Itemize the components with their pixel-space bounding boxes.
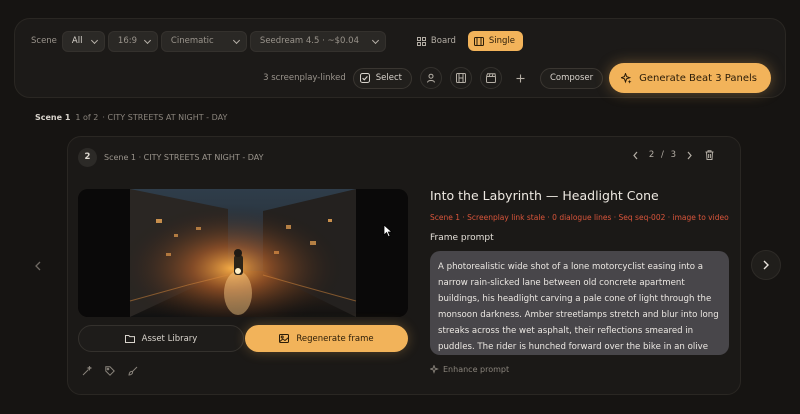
film-button[interactable] xyxy=(449,67,472,89)
beat-card-header: 2 Scene 1 · CITY STREETS AT NIGHT - DAY … xyxy=(78,147,728,167)
generate-panels-button[interactable]: Generate Beat 3 Panels xyxy=(609,63,771,93)
chevron-left-icon xyxy=(633,151,638,159)
image-icon xyxy=(279,334,290,343)
chevron-down-icon xyxy=(372,38,379,45)
view-toggle: Board Single xyxy=(411,31,527,51)
enhance-prompt-button[interactable]: Enhance prompt xyxy=(430,365,509,374)
chevron-right-icon xyxy=(763,260,769,270)
frame-prompt-label: Frame prompt xyxy=(430,233,494,243)
aspect-ratio-select[interactable]: 16:9 xyxy=(107,30,158,52)
actions-row: 3 screenplay-linked Select Composer Gene… xyxy=(263,63,771,93)
scene-name: Scene 1 xyxy=(35,113,71,122)
folder-icon xyxy=(124,335,135,343)
view-board-button[interactable]: Board xyxy=(411,31,464,51)
view-board-label: Board xyxy=(430,36,456,46)
frame-prompt-textarea[interactable]: A photorealistic wide shot of a lone mot… xyxy=(430,251,729,355)
aspect-ratio-value: 16:9 xyxy=(117,36,138,46)
chevron-right-icon xyxy=(687,151,692,159)
character-button[interactable] xyxy=(419,67,442,89)
chevron-down-icon xyxy=(91,38,98,45)
chevron-down-icon xyxy=(233,38,240,45)
style-select[interactable]: Cinematic xyxy=(160,30,247,52)
checkbox-icon xyxy=(359,73,370,83)
page-total: 3 xyxy=(670,150,676,160)
regenerate-label: Regenerate frame xyxy=(296,333,374,344)
generate-label: Generate Beat 3 Panels xyxy=(639,72,757,84)
regenerate-frame-button[interactable]: Regenerate frame xyxy=(245,325,408,352)
trash-icon xyxy=(705,150,714,160)
asset-library-button[interactable]: Asset Library xyxy=(78,325,244,352)
composer-label: Composer xyxy=(549,73,594,83)
cursor-icon xyxy=(383,224,393,238)
previous-beat-button[interactable] xyxy=(30,258,46,274)
prev-panel-button[interactable] xyxy=(632,151,639,160)
sparkle-icon xyxy=(430,365,439,374)
scene-filter-select[interactable]: All xyxy=(61,30,105,52)
view-single-button[interactable]: Single xyxy=(467,31,524,51)
magic-wand-button[interactable] xyxy=(82,366,92,376)
brush-button[interactable] xyxy=(128,366,138,376)
page-current: 2 xyxy=(648,150,655,160)
style-value: Cinematic xyxy=(170,36,214,46)
brush-icon xyxy=(128,366,138,376)
enhance-prompt-label: Enhance prompt xyxy=(443,365,510,374)
shot-title: Into the Labyrinth — Headlight Cone xyxy=(430,188,659,203)
model-value: Seedream 4.5 · ~$0.04 xyxy=(259,36,359,46)
composer-button[interactable]: Composer xyxy=(539,67,604,89)
scene-filter-label: Scene xyxy=(31,36,57,46)
view-single-label: Single xyxy=(488,36,516,46)
mouse-cursor xyxy=(383,223,393,242)
filters-row: Scene All 16:9 Cinematic Seedream 4.5 · … xyxy=(31,30,527,52)
sparkle-icon xyxy=(621,72,632,84)
plus-icon xyxy=(516,74,525,82)
scene-position: 1 of 2 xyxy=(75,113,99,122)
asset-library-label: Asset Library xyxy=(141,333,198,344)
chevron-down-icon xyxy=(144,38,151,45)
panel-pager: 2 / 3 xyxy=(632,150,714,160)
select-label: Select xyxy=(375,73,402,83)
film-icon xyxy=(455,73,466,83)
scene-filter-value: All xyxy=(71,36,83,46)
frame-image[interactable] xyxy=(78,189,408,317)
user-icon xyxy=(426,73,435,83)
shot-meta: Scene 1 · Screenplay link stale · 0 dial… xyxy=(430,213,729,222)
beat-scene-title: Scene 1 · CITY STREETS AT NIGHT - DAY xyxy=(104,152,264,162)
panel-page-indicator: 2 / 3 xyxy=(649,150,676,160)
linked-count: 3 screenplay-linked xyxy=(263,73,346,83)
tag-button[interactable] xyxy=(105,366,115,376)
frame-tools xyxy=(82,366,151,376)
add-button[interactable] xyxy=(510,67,532,89)
model-select[interactable]: Seedream 4.5 · ~$0.04 xyxy=(249,30,386,52)
beat-number: 2 xyxy=(78,147,97,167)
chevron-left-icon xyxy=(35,261,41,271)
clapperboard-icon xyxy=(485,73,496,83)
clapper-button[interactable] xyxy=(479,67,502,89)
scene-heading: · CITY STREETS AT NIGHT - DAY xyxy=(102,113,228,122)
next-panel-button[interactable] xyxy=(686,151,693,160)
scene-header: Scene 1 1 of 2 · CITY STREETS AT NIGHT -… xyxy=(35,113,227,122)
next-beat-button[interactable] xyxy=(751,250,781,280)
beat-card: 2 Scene 1 · CITY STREETS AT NIGHT - DAY … xyxy=(67,136,741,395)
select-button[interactable]: Select xyxy=(352,67,412,89)
film-frame-icon xyxy=(473,36,484,46)
grid-icon xyxy=(416,36,426,46)
page-separator: / xyxy=(661,150,664,160)
night-street-image xyxy=(78,189,408,317)
magic-wand-icon xyxy=(82,366,92,376)
tag-icon xyxy=(105,366,115,376)
delete-panel-button[interactable] xyxy=(705,150,714,160)
toolbar: Scene All 16:9 Cinematic Seedream 4.5 · … xyxy=(14,18,786,98)
